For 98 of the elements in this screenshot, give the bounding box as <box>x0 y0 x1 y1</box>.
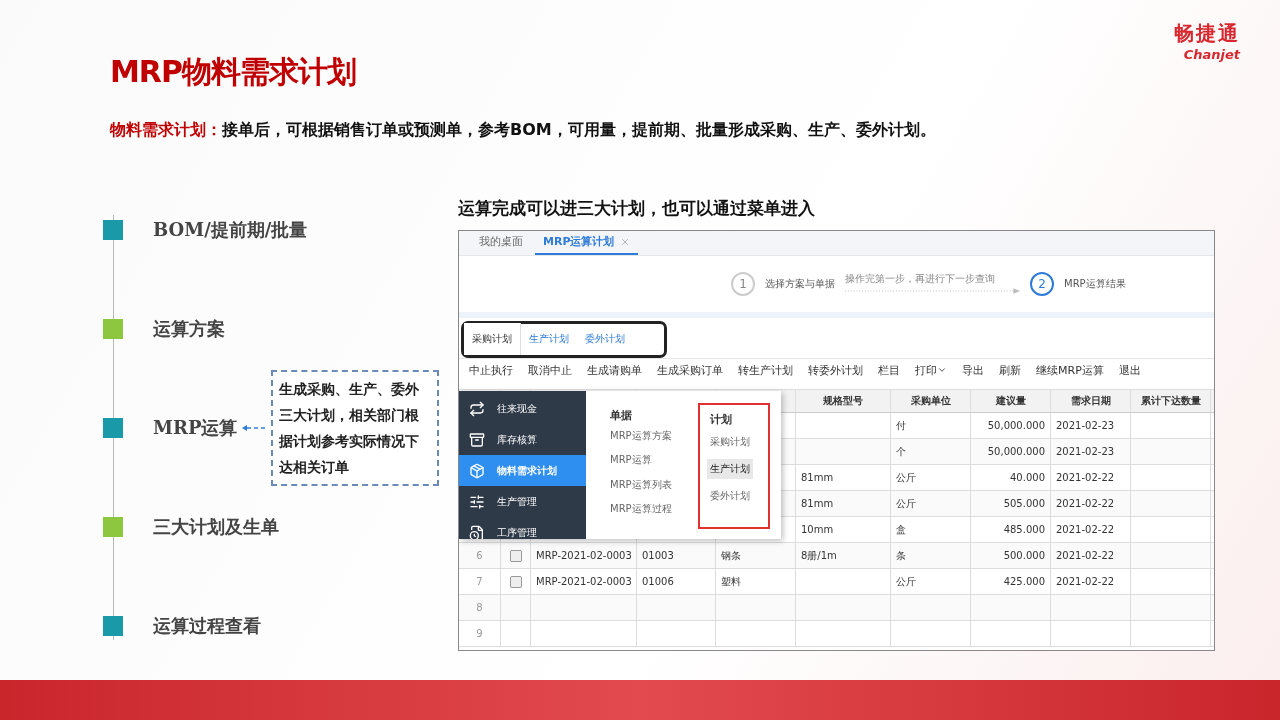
table-cell: 2021-02-23 <box>1051 413 1131 438</box>
table-cell: 50,000.000 <box>971 439 1051 464</box>
table-cell: 81mm <box>796 465 891 490</box>
table-cell: 40.000 <box>971 465 1051 490</box>
page-tab[interactable]: MRP运算计划 <box>535 231 639 255</box>
table-cell: 公斤 <box>891 491 971 516</box>
logo-latin-name: Chanjet <box>1183 47 1240 62</box>
intro-text: 接单后，可根据销售订单或预测单，参考BOM，可用量，提前期、批量形成采购、生产、委外计划。 <box>222 119 936 141</box>
outline-item: 运算过程查看 <box>153 613 261 638</box>
table-cell: 塑料 <box>716 569 796 594</box>
toolbar-button[interactable]: 中止执行 <box>469 362 513 378</box>
table-cell: 50,000.000 <box>971 413 1051 438</box>
toolbar-button[interactable]: 导出 <box>962 362 984 378</box>
tray-icon <box>469 431 485 448</box>
logo-name: 畅捷通 <box>1174 20 1240 47</box>
step-label: 选择方案与单据 <box>765 277 835 291</box>
menu-section-title: 计划 <box>710 412 732 428</box>
menu-item[interactable]: MRP运算过程 <box>607 500 675 519</box>
plan-tab[interactable]: 委外计划 <box>577 323 633 355</box>
module-item[interactable]: 工序管理 <box>459 517 586 539</box>
table-cell: 9 <box>459 621 501 646</box>
table-cell: 条 <box>891 543 971 568</box>
outline-item: MRP运算 <box>153 415 238 440</box>
row-checkbox[interactable] <box>509 575 522 588</box>
toolbar-button[interactable]: 刷新 <box>999 362 1021 378</box>
box-icon <box>469 462 485 479</box>
arrows-icon <box>469 400 485 417</box>
module-item[interactable]: 生产管理 <box>459 486 586 517</box>
table-cell: 500.000 <box>971 543 1051 568</box>
document-icon <box>469 524 485 539</box>
step-hint: 操作完第一步，再进行下一步查询 <box>845 272 995 286</box>
dashed-arrow-icon <box>241 423 266 432</box>
table-cell: 盒 <box>891 517 971 542</box>
table-cell: 钢条 <box>716 543 796 568</box>
table-cell: 8 <box>459 595 501 620</box>
table-cell: 01003 <box>637 543 716 568</box>
step-number: 2 <box>1030 272 1054 296</box>
module-item[interactable]: 往来现金 <box>459 393 586 424</box>
toolbar-button[interactable]: 栏目 <box>878 362 900 378</box>
table-cell: 7 <box>459 569 501 594</box>
table-cell: 2021-02-22 <box>1051 569 1131 594</box>
column-header: 采购单位 <box>891 390 971 412</box>
menu-item[interactable]: 采购计划 <box>707 432 753 452</box>
menu-item[interactable]: MRP运算 <box>607 451 655 469</box>
table-cell: 2021-02-22 <box>1051 517 1131 542</box>
screenshot-caption: 运算完成可以进三大计划，也可以通过菜单进入 <box>458 197 816 219</box>
close-icon[interactable] <box>620 236 631 247</box>
table-cell: 485.000 <box>971 517 1051 542</box>
plan-tab[interactable]: 采购计划 <box>464 323 521 355</box>
table-cell: 2021-02-23 <box>1051 439 1131 464</box>
plan-tab[interactable]: 生产计划 <box>521 323 577 355</box>
dotted-arrow-icon <box>845 286 1020 296</box>
toolbar-button[interactable]: 继续MRP运算 <box>1036 362 1104 378</box>
table-cell: 2021-02-22 <box>1051 491 1131 516</box>
toolbar-button[interactable]: 打印 <box>915 362 947 378</box>
table-cell: 8册/1m <box>796 543 891 568</box>
toolbar-button[interactable]: 转委外计划 <box>808 362 863 378</box>
toolbar-button[interactable]: 生成采购订单 <box>657 362 723 378</box>
table-cell: 付 <box>891 413 971 438</box>
row-checkbox[interactable] <box>509 549 522 562</box>
table-cell: 81mm <box>796 491 891 516</box>
menu-item[interactable]: 委外计划 <box>707 486 753 506</box>
toolbar-button[interactable]: 取消中止 <box>528 362 572 378</box>
menu-item[interactable]: MRP运算列表 <box>607 475 675 494</box>
table-cell: 2021-02-22 <box>1051 465 1131 490</box>
column-header: 规格型号 <box>796 390 891 412</box>
table-cell: 01006 <box>637 569 716 594</box>
menu-item[interactable]: MRP运算方案 <box>607 426 675 445</box>
callout-note: 生成采购、生产、委外三大计划，相关部门根据计划参考实际情况下达相关订单 <box>271 369 440 486</box>
toolbar-button[interactable]: 转生产计划 <box>738 362 793 378</box>
intro-label: 物料需求计划： <box>110 119 222 141</box>
toolbar-button[interactable]: 生成请购单 <box>587 362 642 378</box>
outline-item: BOM/提前期/批量 <box>153 217 308 242</box>
table-cell: 10mm <box>796 517 891 542</box>
sliders-icon <box>469 493 485 510</box>
table-cell: 505.000 <box>971 491 1051 516</box>
column-header: 累计下达数量 <box>1131 390 1211 412</box>
table-cell: 个 <box>891 439 971 464</box>
column-header: 建议量 <box>971 390 1051 412</box>
menu-section-title: 单据 <box>610 408 632 425</box>
step-label: MRP运算结果 <box>1064 277 1126 291</box>
table-cell: 425.000 <box>971 569 1051 594</box>
table-cell: MRP-2021-02-0003 <box>531 569 637 594</box>
table-cell: MRP-2021-02-0003 <box>531 543 637 568</box>
step-number: 1 <box>731 272 755 296</box>
table-cell: 公斤 <box>891 569 971 594</box>
column-header: 需求日期 <box>1051 390 1131 412</box>
outline-item: 运算方案 <box>153 316 225 341</box>
outline-item: 三大计划及生单 <box>153 514 279 539</box>
slide-title: MRP物料需求计划 <box>110 53 356 91</box>
table-cell: 6 <box>459 543 501 568</box>
module-item[interactable]: 库存核算 <box>459 424 586 455</box>
caret-icon <box>937 365 947 375</box>
menu-item[interactable]: 生产计划 <box>707 459 753 479</box>
page-tab[interactable]: 我的桌面 <box>471 231 531 255</box>
toolbar-button[interactable]: 退出 <box>1118 362 1141 378</box>
table-cell: 2021-02-22 <box>1051 543 1131 568</box>
table-cell: 公斤 <box>891 465 971 490</box>
